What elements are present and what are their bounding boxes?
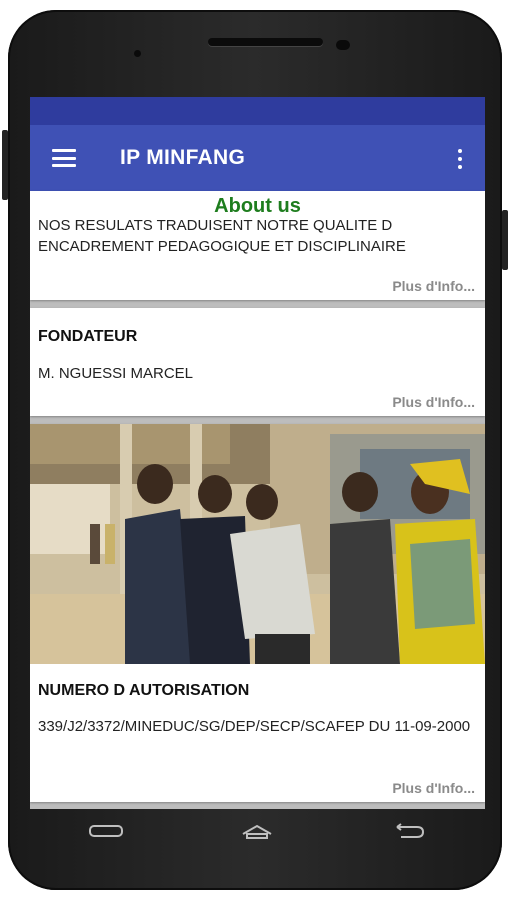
content-scroll[interactable]: About us NOS RESULATS TRADUISENT NOTRE Q… bbox=[30, 191, 485, 802]
front-camera bbox=[336, 40, 350, 50]
card-authorization-text: 339/J2/3372/MINEDUC/SG/DEP/SECP/SCAFEP D… bbox=[38, 718, 471, 735]
card-results-text: NOS RESULATS TRADUISENT NOTRE QUALITE D … bbox=[38, 217, 406, 255]
power-button bbox=[502, 210, 508, 270]
app-bar: IP MINFANG bbox=[30, 125, 485, 191]
system-nav-bar bbox=[30, 810, 485, 852]
more-info-link[interactable]: Plus d'Info... bbox=[392, 278, 475, 294]
volume-button bbox=[2, 130, 8, 200]
page-heading: About us bbox=[214, 195, 301, 217]
more-vert-icon[interactable] bbox=[457, 149, 463, 169]
hamburger-menu-icon[interactable] bbox=[52, 149, 76, 167]
home-icon[interactable] bbox=[239, 821, 275, 841]
front-sensor bbox=[134, 50, 141, 57]
card-authorization-title: NUMERO D AUTORISATION bbox=[38, 682, 250, 699]
card-authorization: NUMERO D AUTORISATION 339/J2/3372/MINEDU… bbox=[30, 424, 485, 802]
recent-apps-icon[interactable] bbox=[88, 821, 124, 841]
device-screen: IP MINFANG About us NOS RESULATS TRADUIS… bbox=[30, 97, 485, 809]
card-founder-title: FONDATEUR bbox=[38, 328, 138, 345]
more-info-link[interactable]: Plus d'Info... bbox=[392, 780, 475, 796]
back-icon[interactable] bbox=[391, 821, 427, 841]
ceremony-photo bbox=[30, 424, 485, 664]
app-title: IP MINFANG bbox=[120, 146, 246, 169]
card-founder-text: M. NGUESSI MARCEL bbox=[38, 365, 194, 382]
speaker-grille bbox=[208, 38, 323, 46]
card-founder: FONDATEUR M. NGUESSI MARCEL Plus d'Info.… bbox=[30, 308, 485, 416]
status-bar bbox=[30, 97, 485, 125]
more-info-link[interactable]: Plus d'Info... bbox=[392, 394, 475, 410]
